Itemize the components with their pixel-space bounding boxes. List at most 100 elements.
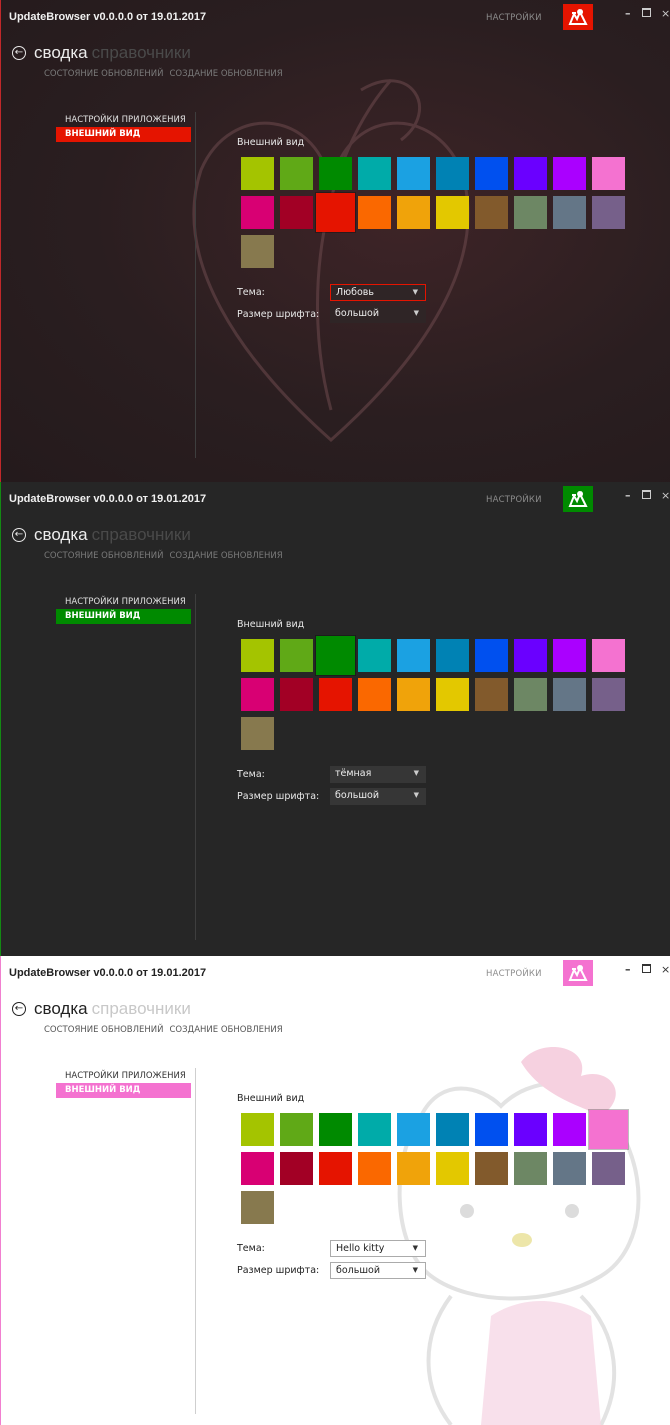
settings-link[interactable]: НАСТРОЙКИ [486,495,542,505]
color-swatch[interactable] [280,1152,313,1185]
color-swatch[interactable] [436,639,469,672]
maximize-button[interactable] [642,490,651,499]
color-swatch[interactable] [475,1152,508,1185]
color-swatch[interactable] [280,157,313,190]
font-size-select[interactable]: большой ▼ [330,1262,426,1279]
color-swatch[interactable] [514,678,547,711]
color-swatch[interactable] [397,157,430,190]
color-swatch[interactable] [475,196,508,229]
color-swatch[interactable] [592,1152,625,1185]
color-swatch[interactable] [280,196,313,229]
color-swatch[interactable] [319,157,352,190]
close-button[interactable]: × [661,8,670,19]
color-swatch[interactable] [397,1113,430,1146]
color-swatch[interactable] [397,678,430,711]
sidebar-item-appearance[interactable]: ВНЕШНИЙ ВИД [56,127,191,142]
color-swatch[interactable] [241,639,274,672]
nav-references[interactable]: справочники [92,525,191,544]
color-swatch[interactable] [319,1152,352,1185]
color-swatch[interactable] [280,1113,313,1146]
color-swatch[interactable] [592,196,625,229]
settings-link[interactable]: НАСТРОЙКИ [486,13,542,23]
nav-summary[interactable]: сводка [34,525,88,544]
settings-link[interactable]: НАСТРОЙКИ [486,969,542,979]
color-swatch[interactable] [241,157,274,190]
nav-references[interactable]: справочники [92,999,191,1018]
color-swatch[interactable] [358,1152,391,1185]
app-logo-button[interactable] [563,960,593,986]
color-swatch[interactable] [241,196,274,229]
maximize-button[interactable] [642,964,651,973]
color-swatch[interactable] [241,1113,274,1146]
color-swatch[interactable] [553,1113,586,1146]
minimize-button[interactable]: – [625,490,631,501]
color-swatch[interactable] [592,157,625,190]
color-swatch[interactable] [514,196,547,229]
color-swatch[interactable] [592,639,625,672]
color-swatch[interactable] [319,1113,352,1146]
color-swatch[interactable] [553,157,586,190]
color-swatch[interactable] [592,678,625,711]
close-button[interactable]: × [661,964,670,975]
color-swatch[interactable] [241,678,274,711]
nav-summary[interactable]: сводка [34,999,88,1018]
color-swatch[interactable] [316,636,355,675]
color-swatch[interactable] [358,678,391,711]
color-swatch[interactable] [436,678,469,711]
subnav-create-update[interactable]: СОЗДАНИЕ ОБНОВЛЕНИЯ [169,551,282,561]
color-swatch[interactable] [589,1110,628,1149]
app-logo-button[interactable] [563,4,593,30]
color-swatch[interactable] [358,1113,391,1146]
font-size-select[interactable]: большой ▼ [330,306,426,323]
subnav-update-status[interactable]: СОСТОЯНИЕ ОБНОВЛЕНИЙ [44,69,163,79]
subnav-create-update[interactable]: СОЗДАНИЕ ОБНОВЛЕНИЯ [169,1025,282,1035]
color-swatch[interactable] [358,639,391,672]
color-swatch[interactable] [241,717,274,750]
color-swatch[interactable] [397,196,430,229]
sidebar-item-appearance[interactable]: ВНЕШНИЙ ВИД [56,1083,191,1098]
color-swatch[interactable] [514,639,547,672]
back-button[interactable]: ← [12,1002,26,1016]
color-swatch[interactable] [280,678,313,711]
subnav-update-status[interactable]: СОСТОЯНИЕ ОБНОВЛЕНИЙ [44,1025,163,1035]
app-logo-button[interactable] [563,486,593,512]
color-swatch[interactable] [514,157,547,190]
color-swatch[interactable] [241,235,274,268]
minimize-button[interactable]: – [625,8,631,19]
color-swatch[interactable] [553,639,586,672]
subnav-create-update[interactable]: СОЗДАНИЕ ОБНОВЛЕНИЯ [169,69,282,79]
color-swatch[interactable] [475,639,508,672]
color-swatch[interactable] [436,196,469,229]
color-swatch[interactable] [553,196,586,229]
theme-select[interactable]: тёмная ▼ [330,766,426,783]
color-swatch[interactable] [514,1113,547,1146]
color-swatch[interactable] [514,1152,547,1185]
color-swatch[interactable] [280,639,313,672]
maximize-button[interactable] [642,8,651,17]
color-swatch[interactable] [436,1113,469,1146]
back-button[interactable]: ← [12,528,26,542]
minimize-button[interactable]: – [625,964,631,975]
color-swatch[interactable] [475,157,508,190]
color-swatch[interactable] [475,678,508,711]
color-swatch[interactable] [358,196,391,229]
back-button[interactable]: ← [12,46,26,60]
color-swatch[interactable] [397,639,430,672]
theme-select[interactable]: Любовь ▼ [330,284,426,301]
color-swatch[interactable] [436,157,469,190]
color-swatch[interactable] [319,678,352,711]
color-swatch[interactable] [358,157,391,190]
color-swatch[interactable] [397,1152,430,1185]
theme-select[interactable]: Hello kitty ▼ [330,1240,426,1257]
nav-references[interactable]: справочники [92,43,191,62]
color-swatch[interactable] [241,1152,274,1185]
font-size-select[interactable]: большой ▼ [330,788,426,805]
color-swatch[interactable] [316,193,355,232]
close-button[interactable]: × [661,490,670,501]
nav-summary[interactable]: сводка [34,43,88,62]
color-swatch[interactable] [553,1152,586,1185]
color-swatch[interactable] [475,1113,508,1146]
color-swatch[interactable] [241,1191,274,1224]
color-swatch[interactable] [553,678,586,711]
subnav-update-status[interactable]: СОСТОЯНИЕ ОБНОВЛЕНИЙ [44,551,163,561]
